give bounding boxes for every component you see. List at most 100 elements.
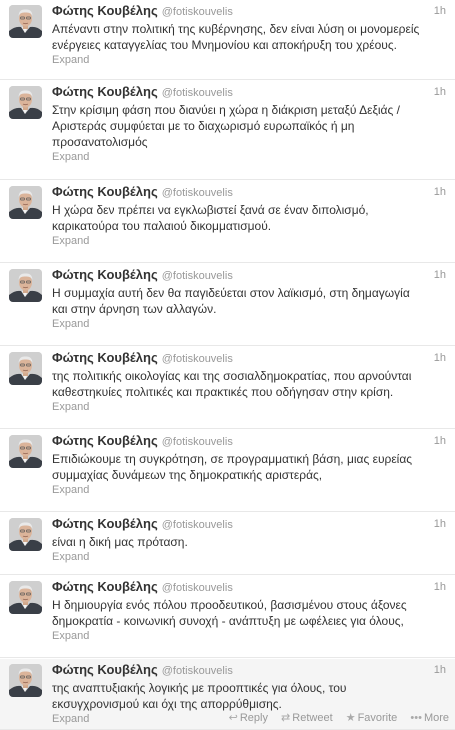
tweet-header: Φώτης Κουβέλης @fotiskouvelis — [52, 662, 233, 678]
expand-link[interactable]: Expand — [52, 630, 89, 643]
favorite-label: Favorite — [357, 712, 398, 724]
tweet-time[interactable]: 1h — [434, 351, 446, 365]
tweet-text-line: είναι η δική μας πρόταση. — [52, 535, 188, 549]
avatar[interactable] — [9, 352, 42, 385]
more-icon: ••• — [410, 712, 422, 724]
tweet-text: Επιδιώκουμε τη συγκρότηση, σε προγραμματ… — [52, 451, 447, 483]
tweet-time[interactable]: 1h — [434, 663, 446, 677]
favorite-button[interactable]: ★ Favorite — [346, 712, 398, 725]
avatar[interactable] — [9, 5, 42, 38]
tweet-text-line: εκσυγχρονισμού και όχι της απορρύθμισης. — [52, 697, 282, 711]
tweet-time[interactable]: 1h — [434, 85, 446, 99]
tweet-text-line: Επιδιώκουμε τη συγκρότηση, σε προγραμματ… — [52, 452, 413, 466]
tweet[interactable]: Φώτης Κουβέλης @fotiskouvelis 1h Επιδιώκο… — [0, 430, 455, 512]
tweet[interactable]: Φώτης Κουβέλης @fotiskouvelis 1h Η συμμαχ… — [0, 264, 455, 346]
tweet-header: Φώτης Κουβέλης @fotiskouvelis — [52, 3, 233, 19]
expand-link[interactable]: Expand — [52, 235, 89, 248]
more-button[interactable]: ••• More — [410, 712, 449, 725]
tweet-text: Η δημιουργία ενός πόλου προοδευτικού, βα… — [52, 597, 447, 629]
more-label: More — [423, 712, 449, 724]
avatar-portrait-icon — [9, 269, 42, 302]
tweet-header: Φώτης Κουβέλης @fotiskouvelis — [52, 184, 233, 200]
avatar-portrait-icon — [9, 581, 42, 614]
author-handle[interactable]: @fotiskouvelis — [162, 519, 233, 531]
expand-link[interactable]: Expand — [52, 484, 89, 497]
author-name[interactable]: Φώτης Κουβέλης — [52, 84, 158, 99]
tweet-text-line: ενέργειες καταγγελίας του Μνημονίου και … — [52, 38, 397, 52]
tweet-actions: ↩ Reply ⇄ Retweet ★ Favorite ••• More — [219, 712, 449, 725]
tweet[interactable]: Φώτης Κουβέλης @fotiskouvelis 1h της πολι… — [0, 347, 455, 429]
tweet-time[interactable]: 1h — [434, 268, 446, 282]
tweet-text-line: προσανατολισμός — [52, 135, 148, 149]
author-name[interactable]: Φώτης Κουβέλης — [52, 3, 158, 18]
author-name[interactable]: Φώτης Κουβέλης — [52, 184, 158, 199]
author-handle[interactable]: @fotiskouvelis — [162, 665, 233, 677]
reply-icon: ↩ — [228, 712, 238, 724]
author-name[interactable]: Φώτης Κουβέλης — [52, 579, 158, 594]
tweet-text: της πολιτικής οικολογίας και της σοσιαλδ… — [52, 368, 447, 400]
avatar[interactable] — [9, 435, 42, 468]
tweet[interactable]: Φώτης Κουβέλης @fotiskouvelis 1h της αναπ… — [0, 659, 455, 730]
tweet-time[interactable]: 1h — [434, 517, 446, 531]
tweet-text-line: δημοκρατία - κοινωνική συνοχή - ανάπτυξη… — [52, 614, 404, 628]
author-name[interactable]: Φώτης Κουβέλης — [52, 433, 158, 448]
tweet-header: Φώτης Κουβέλης @fotiskouvelis — [52, 84, 233, 100]
author-name[interactable]: Φώτης Κουβέλης — [52, 516, 158, 531]
tweet-text-line: Η χώρα δεν πρέπει να εγκλωβιστεί ξανά σε… — [52, 203, 369, 217]
expand-link[interactable]: Expand — [52, 551, 89, 564]
tweet-text-line: Αριστεράς συμφύεται με το διαχωρισμό ευρ… — [52, 119, 355, 133]
tweet-text-line: της πολιτικής οικολογίας και της σοσιαλδ… — [52, 369, 412, 383]
tweet[interactable]: Φώτης Κουβέλης @fotiskouvelis 1h είναι η … — [0, 513, 455, 575]
avatar-portrait-icon — [9, 5, 42, 38]
author-handle[interactable]: @fotiskouvelis — [162, 6, 233, 18]
avatar[interactable] — [9, 581, 42, 614]
author-handle[interactable]: @fotiskouvelis — [162, 187, 233, 199]
expand-link[interactable]: Expand — [52, 713, 89, 726]
tweet-timeline: Φώτης Κουβέλης @fotiskouvelis 1h Απέναντι… — [0, 0, 455, 730]
author-handle[interactable]: @fotiskouvelis — [162, 582, 233, 594]
tweet-text: Απέναντι στην πολιτική της κυβέρνησης, δ… — [52, 21, 447, 53]
tweet[interactable]: Φώτης Κουβέλης @fotiskouvelis 1h Στην κρί… — [0, 81, 455, 180]
avatar-portrait-icon — [9, 518, 42, 551]
author-handle[interactable]: @fotiskouvelis — [162, 270, 233, 282]
tweet[interactable]: Φώτης Κουβέλης @fotiskouvelis 1h Απέναντι… — [0, 0, 455, 80]
author-handle[interactable]: @fotiskouvelis — [162, 353, 233, 365]
retweet-icon: ⇄ — [281, 712, 291, 724]
expand-link[interactable]: Expand — [52, 318, 89, 331]
reply-button[interactable]: ↩ Reply — [229, 712, 268, 725]
author-name[interactable]: Φώτης Κουβέλης — [52, 662, 158, 677]
tweet-text-line: Η δημιουργία ενός πόλου προοδευτικού, βα… — [52, 598, 407, 612]
expand-link[interactable]: Expand — [52, 54, 89, 67]
tweet-time[interactable]: 1h — [434, 185, 446, 199]
tweet[interactable]: Φώτης Κουβέλης @fotiskouvelis 1h Η δημιου… — [0, 576, 455, 658]
tweet-text-line: Η συμμαχία αυτή δεν θα παγιδεύεται στον … — [52, 286, 410, 300]
tweet-text: Η χώρα δεν πρέπει να εγκλωβιστεί ξανά σε… — [52, 202, 447, 234]
avatar[interactable] — [9, 269, 42, 302]
tweet-header: Φώτης Κουβέλης @fotiskouvelis — [52, 516, 233, 532]
tweet-time[interactable]: 1h — [434, 580, 446, 594]
tweet-time[interactable]: 1h — [434, 434, 446, 448]
tweet-text-line: συμμαχίας δυνάμεων της δημοκρατικής αρισ… — [52, 468, 323, 482]
avatar[interactable] — [9, 664, 42, 697]
tweet-text-line: Στην κρίσιμη φάση που διανύει η χώρα η δ… — [52, 103, 400, 117]
expand-link[interactable]: Expand — [52, 401, 89, 414]
retweet-button[interactable]: ⇄ Retweet — [281, 712, 333, 725]
author-name[interactable]: Φώτης Κουβέλης — [52, 350, 158, 365]
tweet-header: Φώτης Κουβέλης @fotiskouvelis — [52, 433, 233, 449]
tweet-text-line: καθεστηκυίες πολιτικές και πρακτικές που… — [52, 385, 394, 399]
tweet-text: της αναπτυξιακής λογικής με προοπτικές γ… — [52, 680, 447, 712]
tweet[interactable]: Φώτης Κουβέλης @fotiskouvelis 1h Η χώρα δ… — [0, 181, 455, 263]
author-handle[interactable]: @fotiskouvelis — [162, 436, 233, 448]
avatar[interactable] — [9, 518, 42, 551]
avatar[interactable] — [9, 186, 42, 219]
avatar-portrait-icon — [9, 186, 42, 219]
reply-label: Reply — [239, 712, 268, 724]
author-handle[interactable]: @fotiskouvelis — [162, 87, 233, 99]
author-name[interactable]: Φώτης Κουβέλης — [52, 267, 158, 282]
avatar-portrait-icon — [9, 435, 42, 468]
tweet-header: Φώτης Κουβέλης @fotiskouvelis — [52, 579, 233, 595]
avatar-portrait-icon — [9, 664, 42, 697]
tweet-time[interactable]: 1h — [434, 4, 446, 18]
avatar[interactable] — [9, 86, 42, 119]
expand-link[interactable]: Expand — [52, 151, 89, 164]
